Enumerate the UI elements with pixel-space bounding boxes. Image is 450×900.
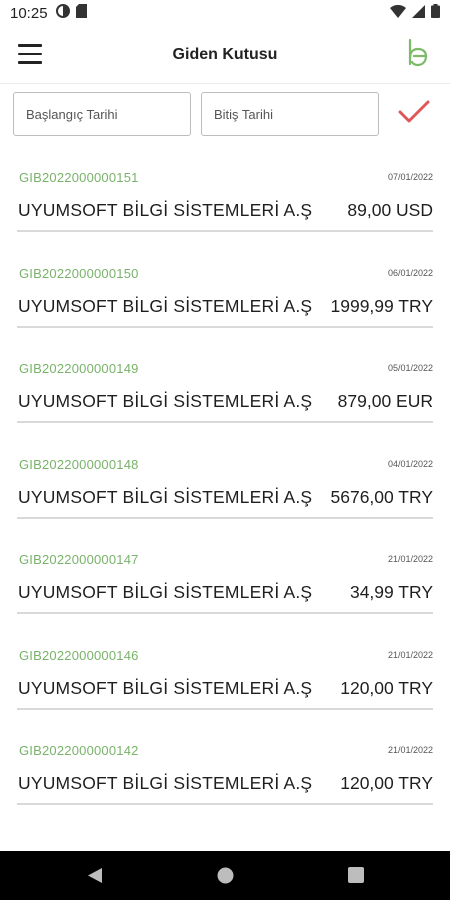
invoice-company: UYUMSOFT BİLGİ SİSTEMLERİ A.Ş [18,773,313,793]
home-circle-icon[interactable] [217,867,234,889]
invoice-id: GIB2022000000142 [19,743,139,758]
checkmark-icon [398,99,430,130]
invoice-amount: 120,00 TRY [340,773,433,793]
invoice-company: UYUMSOFT BİLGİ SİSTEMLERİ A.Ş [18,582,313,602]
start-date-input[interactable] [14,93,190,135]
invoice-amount: 120,00 TRY [340,677,433,698]
signal-icon [412,4,425,22]
sim-card-icon [75,4,87,22]
battery-icon [431,4,440,22]
invoice-amount: 34,99 TRY [349,582,433,602]
row-divider [17,516,433,519]
invoice-amount: 879,00 EUR [337,391,433,411]
row-divider [17,325,433,328]
invoice-company: UYUMSOFT BİLGİ SİSTEMLERİ A.Ş [18,295,313,316]
invoice-date: 06/01/2022 [387,267,433,278]
invoice-amount: 5676,00 TRY [330,486,434,507]
invoice-row[interactable]: GIB2022000000150 06/01/2022 UYUMSOFT BİLGİ… [17,251,433,347]
invoice-row[interactable]: GIB2022000000146 21/01/2022 UYUMSOFT BİLGİ… [17,633,433,729]
invoice-date: 21/01/2022 [387,745,433,755]
status-time: 10:25 [10,4,48,22]
invoice-date: 21/01/2022 [387,649,433,660]
invoice-id: GIB2022000000148 [19,456,139,472]
status-right-icons [390,4,440,22]
invoice-row[interactable]: GIB2022000000147 21/01/2022 UYUMSOFT BİLGİ… [17,537,433,633]
brand-logo-icon [406,38,434,70]
apply-filter-button[interactable] [394,96,434,132]
end-date-input[interactable] [202,93,378,135]
invoice-row[interactable]: GIB2022000000151 07/01/2022 UYUMSOFT BİLGİ… [17,155,433,251]
invoice-id: GIB2022000000146 [19,647,139,663]
row-divider [17,707,433,710]
invoice-list: GIB2022000000151 07/01/2022 UYUMSOFT BİLGİ… [0,155,450,824]
end-date-field [201,92,379,136]
status-bar: 10:25 [0,0,450,26]
invoice-company: UYUMSOFT BİLGİ SİSTEMLERİ A.Ş [18,200,313,220]
invoice-amount: 89,00 USD [347,200,433,220]
data-saver-icon [55,4,70,22]
invoice-amount: 1999,99 TRY [330,295,434,316]
row-divider [17,612,433,614]
screen: 10:25 Giden Kutusu Başlangıç Tarihi Biti… [0,0,450,900]
system-nav-bar [0,851,450,900]
wifi-icon [390,4,406,22]
date-filter-bar [0,92,450,138]
page-title: Giden Kutusu [172,45,278,63]
recents-square-icon[interactable] [348,867,364,888]
invoice-date: 21/01/2022 [387,554,433,564]
invoice-id: GIB2022000000147 [19,552,139,567]
back-triangle-icon[interactable] [87,867,103,889]
start-date-field [13,92,191,136]
invoice-company: UYUMSOFT BİLGİ SİSTEMLERİ A.Ş [18,677,313,698]
invoice-id: GIB2022000000151 [19,170,139,185]
invoice-date: 04/01/2022 [387,458,433,469]
invoice-date: 05/01/2022 [387,363,433,373]
hamburger-menu-icon[interactable] [18,44,42,64]
row-divider [17,803,433,805]
invoice-company: UYUMSOFT BİLGİ SİSTEMLERİ A.Ş [18,391,313,411]
invoice-row[interactable]: GIB2022000000148 04/01/2022 UYUMSOFT BİLGİ… [17,442,433,538]
invoice-row[interactable]: GIB2022000000142 21/01/2022 UYUMSOFT BİLGİ… [17,728,433,824]
row-divider [17,421,433,423]
invoice-company: UYUMSOFT BİLGİ SİSTEMLERİ A.Ş [18,486,313,507]
invoice-date: 07/01/2022 [387,172,433,182]
invoice-row[interactable]: GIB2022000000149 05/01/2022 UYUMSOFT BİLGİ… [17,346,433,442]
invoice-id: GIB2022000000149 [19,361,139,376]
app-bar: Giden Kutusu [0,26,450,84]
row-divider [17,230,433,232]
invoice-id: GIB2022000000150 [19,265,139,281]
